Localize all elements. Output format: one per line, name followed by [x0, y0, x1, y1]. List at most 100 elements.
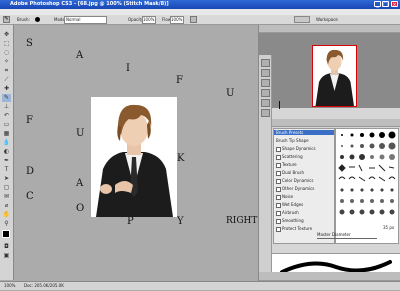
brush-option-item[interactable]: Other Dynamics	[276, 186, 314, 192]
shape-tool-icon[interactable]: ▢	[2, 184, 11, 192]
brush-option-checkbox[interactable]	[276, 162, 281, 168]
brush-presets-item[interactable]: Brush Presets	[274, 130, 334, 135]
brush-tool-icon[interactable]: ✎	[3, 16, 10, 23]
screen-mode-icon[interactable]: ▣	[2, 252, 11, 260]
navigator-tabs: Navigator Info	[259, 25, 400, 42]
brush-option-item[interactable]: Dual Brush	[276, 170, 304, 176]
zoom-level[interactable]: 100%	[4, 283, 15, 288]
brush-option-label: Protect Texture	[282, 226, 313, 231]
brush-option-checkbox[interactable]	[276, 146, 281, 152]
move-tool-icon[interactable]: ✥	[2, 31, 11, 39]
brush-option-checkbox[interactable]	[276, 170, 281, 176]
history-brush-icon[interactable]: ↶	[2, 112, 11, 120]
blur-tool-icon[interactable]: 💧	[2, 139, 11, 147]
brush-option-item[interactable]: Protect Texture	[276, 226, 312, 232]
document-size: Doc: 205.0K/205.0K	[24, 283, 64, 288]
crop-tool-icon[interactable]: ⌗	[2, 67, 11, 75]
document-photo[interactable]	[91, 97, 177, 217]
slice-tool-icon[interactable]: ⟋	[2, 76, 11, 84]
brush-option-item[interactable]: Noise	[276, 194, 293, 200]
pen-tool-icon[interactable]: ✒	[2, 157, 11, 165]
options-bar: ✎ Brush: Mode: Normal Opacity: 100% Flow…	[0, 15, 400, 25]
panel-icon-strip	[259, 55, 272, 281]
gradient-tool-icon[interactable]: ▦	[2, 130, 11, 138]
canvas-letter: U	[226, 88, 235, 99]
brush-option-item[interactable]: Scattering	[276, 154, 303, 160]
diameter-slider[interactable]	[317, 238, 377, 239]
zoom-tool-icon[interactable]: ⚲	[2, 220, 11, 228]
mode-select[interactable]: Normal	[64, 16, 107, 24]
panel-strip-icon[interactable]	[261, 79, 270, 87]
canvas-letter: U	[76, 128, 85, 139]
brush-option-item[interactable]: Color Dynamics	[276, 178, 313, 184]
canvas-letter: Y	[177, 216, 184, 227]
brush-option-checkbox[interactable]	[276, 218, 281, 224]
eyedropper-icon[interactable]: ⌀	[2, 202, 11, 210]
brush-option-label: Color Dynamics	[282, 178, 314, 183]
maximize-button[interactable]: □	[382, 1, 389, 8]
layers-panel-tabs: Layers Channels Paths	[259, 272, 400, 289]
canvas-letter: A	[76, 178, 84, 189]
brush-option-label: Noise	[282, 194, 294, 199]
panel-strip-icon[interactable]	[261, 59, 270, 67]
type-tool-icon[interactable]: T	[2, 166, 11, 174]
diameter-value[interactable]: 35 px	[383, 225, 394, 230]
brush-option-checkbox[interactable]	[276, 178, 281, 184]
airbrush-toggle[interactable]	[190, 16, 197, 23]
brush-preset-picker[interactable]	[35, 17, 40, 22]
dodge-tool-icon[interactable]: ◐	[2, 148, 11, 156]
brush-option-item[interactable]: Smoothing	[276, 218, 304, 224]
notes-tool-icon[interactable]: ✉	[2, 193, 11, 201]
brush-option-checkbox[interactable]	[276, 194, 281, 200]
brush-option-checkbox[interactable]	[276, 202, 281, 208]
workspace-menu[interactable]: Workspace	[316, 17, 338, 22]
magic-wand-icon[interactable]: ✧	[2, 58, 11, 66]
minimize-button[interactable]: _	[374, 1, 381, 8]
canvas-letter: C	[26, 191, 34, 202]
master-diameter-label: Master Diameter	[317, 232, 351, 237]
brush-option-item[interactable]: Wet Edges	[276, 202, 303, 208]
panel-strip-icon[interactable]	[261, 99, 270, 107]
brush-palette-toggle[interactable]	[294, 16, 310, 23]
hand-tool-icon[interactable]: ✋	[2, 211, 11, 219]
lasso-tool-icon[interactable]: ◌	[2, 49, 11, 57]
brush-option-label: Dual Brush	[282, 170, 304, 175]
brush-tip-shape-item[interactable]: Brush Tip Shape	[276, 138, 309, 143]
brush-option-label: Airbrush	[282, 210, 299, 215]
brush-option-checkbox[interactable]	[276, 226, 281, 232]
portrait-image	[91, 97, 177, 217]
quick-mask-icon[interactable]: ◘	[2, 243, 11, 251]
brush-option-checkbox[interactable]	[276, 210, 281, 216]
canvas-letter: D	[26, 166, 35, 177]
eraser-tool-icon[interactable]: ▭	[2, 121, 11, 129]
window-title: Adobe Photoshop CS3 - [68.jpg @ 100% (St…	[10, 1, 169, 7]
brush-tool-icon[interactable]: ✎	[2, 94, 11, 102]
canvas-letter: S	[26, 38, 33, 49]
brush-option-checkbox[interactable]	[276, 154, 281, 160]
panel-strip-icon[interactable]	[261, 69, 270, 77]
flow-field[interactable]: 100%	[170, 16, 184, 24]
panel-strip-icon[interactable]	[261, 109, 270, 117]
brush-settings-list: Brush Presets Brush Tip Shape Shape Dyna…	[273, 128, 335, 244]
navigator-thumbnail[interactable]	[312, 45, 357, 107]
brush-option-item[interactable]: Airbrush	[276, 210, 299, 216]
brush-option-label: Other Dynamics	[282, 186, 315, 191]
brush-option-label: Texture	[282, 162, 297, 167]
brush-option-label: Wet Edges	[282, 202, 304, 207]
path-select-icon[interactable]: ➤	[2, 175, 11, 183]
healing-brush-icon[interactable]: ✚	[2, 85, 11, 93]
navigator-zoom-slider[interactable]	[279, 101, 284, 109]
brush-option-checkbox[interactable]	[276, 186, 281, 192]
brush-option-item[interactable]: Shape Dynamics	[276, 146, 316, 152]
canvas-letter: O	[76, 203, 85, 214]
marquee-tool-icon[interactable]: ⬚	[2, 40, 11, 48]
navigator-panel	[259, 33, 400, 108]
clone-stamp-icon[interactable]: ⊥	[2, 103, 11, 111]
title-bar: Adobe Photoshop CS3 - [68.jpg @ 100% (St…	[0, 0, 400, 9]
close-button[interactable]: ×	[391, 1, 398, 8]
brush-option-item[interactable]: Texture	[276, 162, 297, 168]
opacity-field[interactable]: 100%	[142, 16, 156, 24]
foreground-color-swatch[interactable]	[2, 230, 10, 238]
panel-strip-icon[interactable]	[261, 89, 270, 97]
canvas-letter: P	[127, 216, 134, 227]
